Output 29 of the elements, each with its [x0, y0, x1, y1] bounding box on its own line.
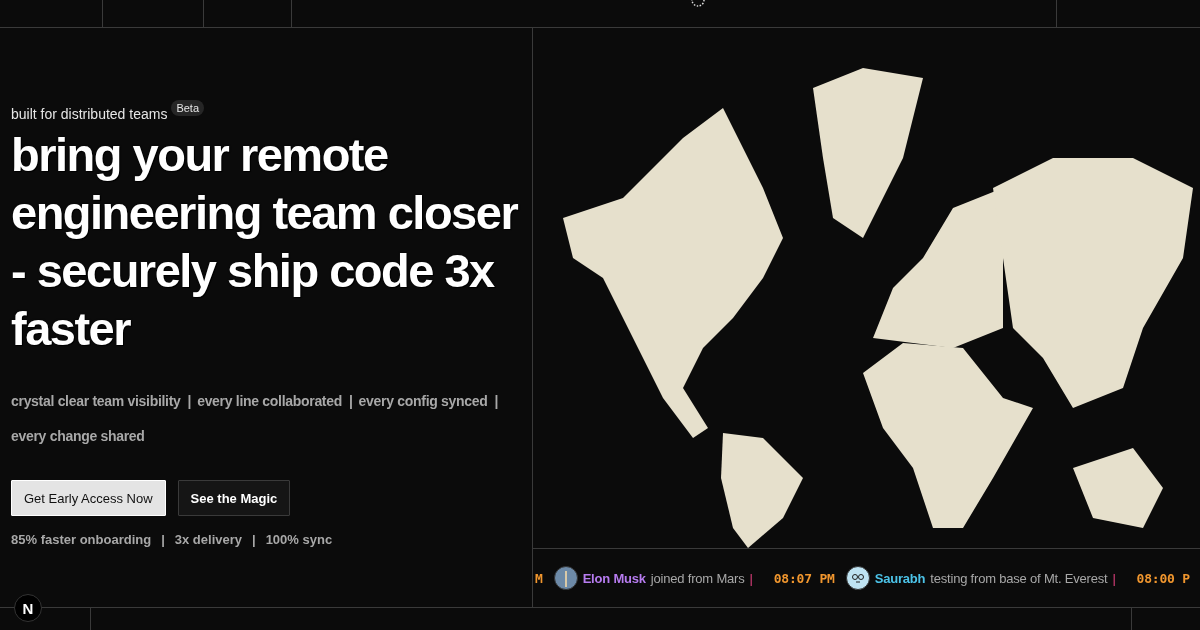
- separator: |: [494, 392, 499, 411]
- feed-time: 08:00 P: [1136, 570, 1190, 586]
- tagline: crystal clear team visibility: [11, 392, 181, 411]
- feed-time: M: [535, 570, 543, 586]
- headline: bring your remote engineering team closer - securely ship code 3x faster: [11, 127, 519, 357]
- tagline: every change shared: [11, 427, 145, 446]
- separator: |: [749, 570, 753, 586]
- stat-text: 85% faster onboarding: [11, 532, 152, 547]
- separator: |: [187, 392, 192, 411]
- feed-time: 08:07 PM: [773, 570, 835, 586]
- tagline: every config synced: [358, 392, 488, 411]
- stat-text: 3x delivery: [174, 532, 242, 547]
- user-name: Saurabh: [874, 570, 926, 586]
- see-magic-button[interactable]: See the Magic: [177, 480, 291, 516]
- beta-badge: Beta: [171, 100, 205, 116]
- stat-text: 100% sync: [265, 532, 333, 547]
- avatar-icon: [553, 566, 578, 590]
- feed-message: testing from base of Mt. Everest: [930, 570, 1108, 586]
- eyebrow-text: built for distributed teams: [11, 106, 168, 122]
- separator: |: [1112, 570, 1116, 586]
- tagline: every line collaborated: [197, 392, 342, 411]
- avatar-icon: [845, 566, 870, 590]
- separator: |: [161, 532, 165, 547]
- separator: |: [349, 392, 353, 411]
- separator: |: [252, 532, 256, 547]
- feed-message: joined from Mars: [650, 570, 745, 586]
- logo-badge: N: [14, 594, 42, 622]
- user-name: Elon Musk: [582, 570, 646, 586]
- early-access-button[interactable]: Get Early Access Now: [11, 480, 166, 516]
